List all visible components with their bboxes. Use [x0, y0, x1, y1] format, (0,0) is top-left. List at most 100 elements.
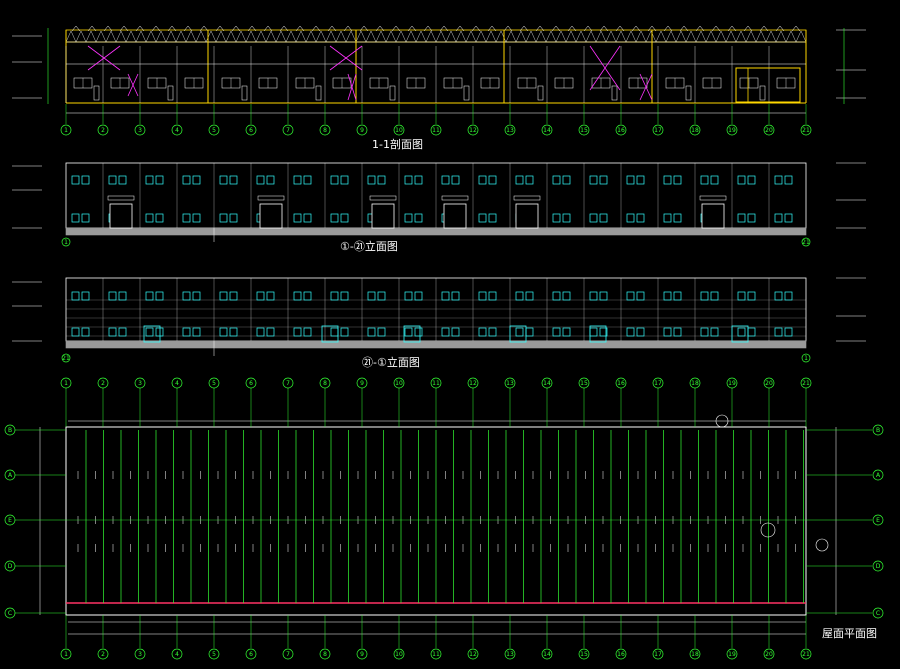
truss-web — [535, 30, 542, 43]
upper-window — [784, 291, 793, 301]
truss-web — [320, 30, 327, 43]
axis-label: 12 — [469, 380, 477, 387]
truss-web — [345, 30, 352, 43]
axis-label: C — [876, 610, 880, 617]
lower-window — [700, 327, 709, 337]
lower-window — [155, 327, 164, 337]
truss-web — [700, 30, 707, 43]
lower-window — [525, 327, 534, 337]
upper-window — [488, 175, 497, 185]
lower-window — [340, 327, 349, 337]
truss-web — [150, 30, 157, 43]
truss-web — [145, 30, 152, 43]
truss-web — [135, 30, 142, 43]
axis-label: 5 — [212, 380, 216, 387]
section-door — [93, 85, 100, 101]
upper-window — [673, 291, 682, 301]
truss-web — [670, 30, 677, 43]
lower-window — [774, 327, 783, 337]
upper-window — [525, 175, 534, 185]
lower-window — [589, 213, 598, 223]
axis-label: 1 — [64, 380, 68, 387]
axis-label: 10 — [395, 127, 403, 134]
upper-window — [71, 291, 80, 301]
elevation-rear — [12, 277, 866, 356]
elevation-front — [12, 162, 866, 242]
section-title: 1-1剖面图 — [372, 137, 423, 151]
elevation-a-door — [259, 203, 283, 229]
axis-label: 13 — [506, 651, 514, 658]
lower-window — [367, 327, 376, 337]
truss-web — [265, 30, 272, 43]
lower-window — [737, 327, 746, 337]
lower-window — [266, 327, 275, 337]
truss-web — [720, 30, 727, 43]
axis-label: 19 — [728, 380, 736, 387]
upper-window — [81, 175, 90, 185]
truss-web — [765, 30, 772, 43]
lower-window — [626, 213, 635, 223]
upper-window — [747, 291, 756, 301]
truss-web — [350, 30, 357, 43]
upper-window — [81, 291, 90, 301]
truss-web — [65, 30, 72, 43]
truss-web — [295, 30, 302, 43]
upper-window — [710, 175, 719, 185]
lower-window — [293, 213, 302, 223]
axis-label: 15 — [580, 651, 588, 658]
axis-label: 14 — [543, 380, 551, 387]
section-door — [241, 85, 248, 101]
upper-window — [626, 291, 635, 301]
truss-web — [695, 30, 702, 43]
lower-window — [663, 327, 672, 337]
axis-label: 17 — [654, 127, 662, 134]
truss-web — [270, 30, 277, 43]
truss-web — [540, 30, 547, 43]
truss-web — [235, 30, 242, 43]
axis-label: 17 — [654, 380, 662, 387]
lower-window — [303, 327, 312, 337]
truss-web — [515, 30, 522, 43]
truss-web — [485, 30, 492, 43]
truss-web — [595, 30, 602, 43]
elevation-b-door — [589, 325, 607, 343]
upper-window — [155, 175, 164, 185]
truss-web — [450, 30, 457, 43]
truss-web — [200, 30, 207, 43]
upper-window — [108, 175, 117, 185]
axis-label: 20 — [765, 651, 773, 658]
axis-label: 8 — [323, 380, 327, 387]
elevation-a-door — [109, 203, 133, 229]
upper-window — [293, 175, 302, 185]
truss-web — [85, 30, 92, 43]
upper-window — [219, 175, 228, 185]
upper-window — [663, 175, 672, 185]
truss-web — [325, 30, 332, 43]
truss-web — [130, 30, 137, 43]
truss-web — [585, 30, 592, 43]
truss-web — [790, 30, 797, 43]
lower-window — [784, 213, 793, 223]
upper-window — [478, 291, 487, 301]
lower-window — [673, 327, 682, 337]
truss-web — [415, 30, 422, 43]
lower-window — [71, 213, 80, 223]
truss-web — [610, 30, 617, 43]
lower-window — [340, 213, 349, 223]
upper-window — [108, 291, 117, 301]
truss-web — [195, 30, 202, 43]
truss-web — [480, 30, 487, 43]
axis-label: 15 — [580, 380, 588, 387]
truss-web — [705, 30, 712, 43]
truss-web — [745, 30, 752, 43]
axis-label: 13 — [506, 380, 514, 387]
lower-window — [330, 213, 339, 223]
upper-window — [229, 175, 238, 185]
axis-label: C — [8, 610, 12, 617]
lower-window — [118, 327, 127, 337]
truss-web — [680, 30, 687, 43]
axis-label: 17 — [654, 651, 662, 658]
elevation-a-door — [443, 203, 467, 229]
cad-drawing-canvas: 1 1 1 2 2 2 3 3 3 4 4 4 5 5 5 6 6 6 7 7 7 8 8 8 9 9 9 10 10 10 11 11 11 1… — [0, 0, 900, 669]
truss-web — [620, 30, 627, 43]
